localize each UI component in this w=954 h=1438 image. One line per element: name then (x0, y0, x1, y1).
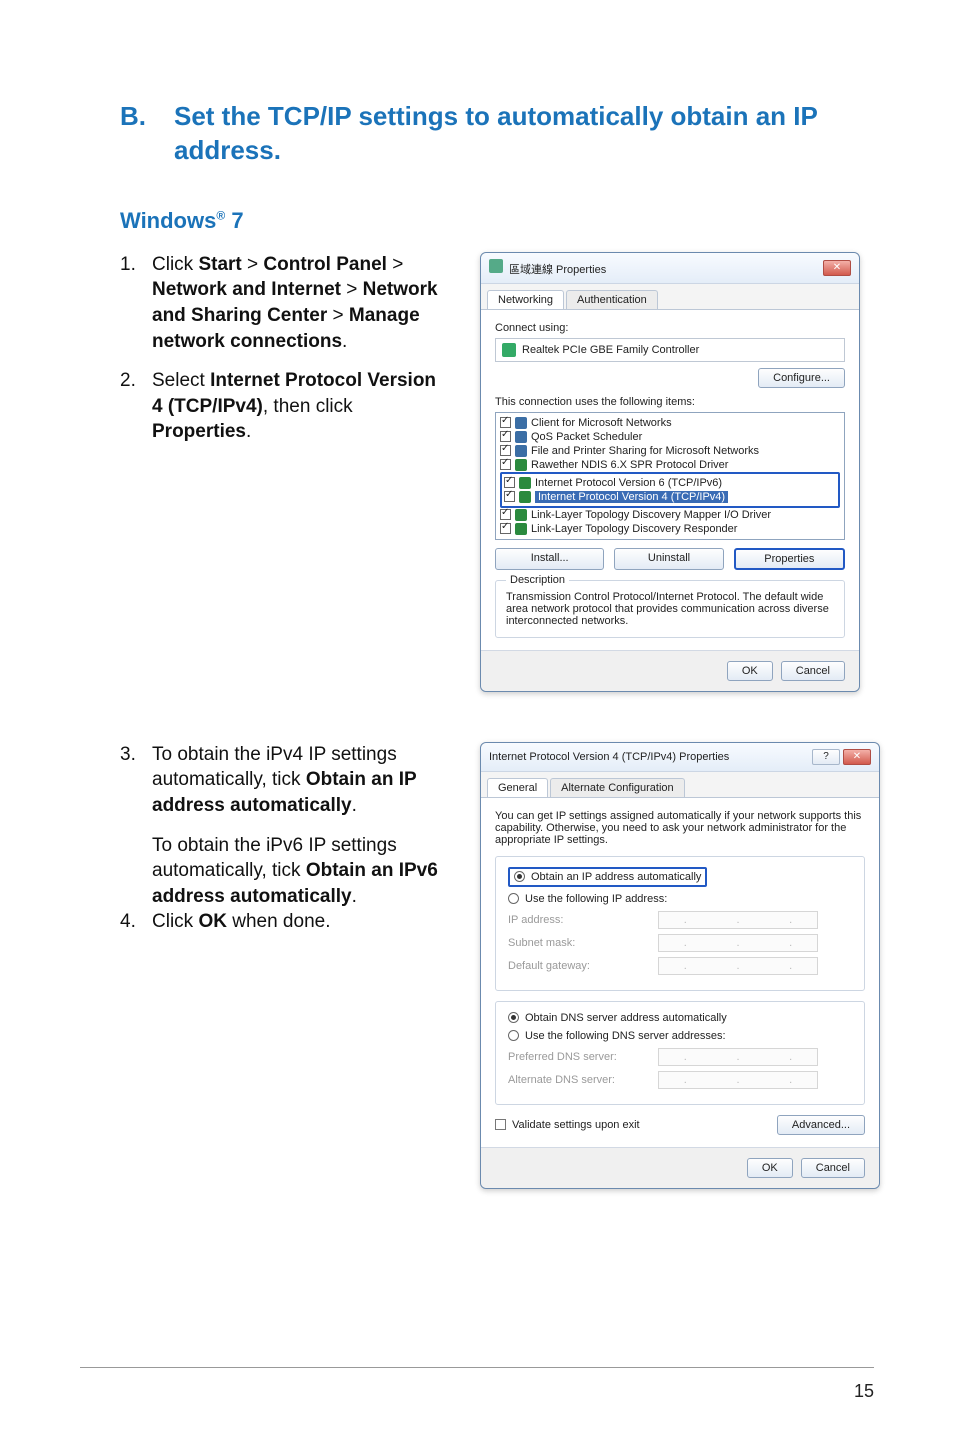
tab-authentication[interactable]: Authentication (566, 290, 658, 309)
close-icon[interactable]: ✕ (843, 749, 871, 765)
tab-general[interactable]: General (487, 778, 548, 797)
items-label: This connection uses the following items… (495, 396, 845, 408)
obtain-ip-auto-radio[interactable]: Obtain an IP address automatically (508, 867, 707, 887)
ok-button[interactable]: OK (727, 661, 773, 681)
ok-button[interactable]: OK (747, 1158, 793, 1178)
network-icon (489, 259, 503, 273)
subnet-mask-field: Subnet mask: ... (508, 934, 852, 952)
ip-address-field: IP address: ... (508, 911, 852, 929)
dns-group: Obtain DNS server address automatically … (495, 1001, 865, 1105)
ipv4-properties-dialog: Internet Protocol Version 4 (TCP/IPv4) P… (480, 742, 880, 1189)
dialog-title: Internet Protocol Version 4 (TCP/IPv4) P… (489, 751, 729, 763)
radio-icon[interactable] (514, 871, 525, 882)
adapter-icon (502, 343, 516, 357)
checkbox-icon[interactable] (500, 459, 511, 470)
checkbox-icon[interactable] (500, 523, 511, 534)
step-1: 1. Click Start > Control Panel > Network… (120, 252, 450, 355)
description-group: Description Transmission Control Protoco… (495, 580, 845, 638)
list-item[interactable]: Rawether NDIS 6.X SPR Protocol Driver (500, 458, 840, 472)
intro-text: You can get IP settings assigned automat… (495, 810, 865, 846)
advanced-button[interactable]: Advanced... (777, 1115, 865, 1135)
use-following-dns-radio[interactable]: Use the following DNS server addresses: (508, 1030, 852, 1042)
adapter-name: Realtek PCIe GBE Family Controller (522, 344, 699, 356)
step-2: 2. Select Internet Protocol Version 4 (T… (120, 368, 450, 445)
step-3: 3. To obtain the iPv4 IP settings automa… (120, 742, 450, 819)
ip-group: Obtain an IP address automatically Use t… (495, 856, 865, 991)
service-icon (515, 417, 527, 429)
help-icon[interactable]: ? (812, 749, 840, 765)
list-item[interactable]: Link-Layer Topology Discovery Responder (500, 522, 840, 536)
adapter-box: Realtek PCIe GBE Family Controller (495, 338, 845, 362)
protocol-icon (515, 459, 527, 471)
tab-networking[interactable]: Networking (487, 290, 564, 309)
protocol-icon (515, 523, 527, 535)
tab-alternate-configuration[interactable]: Alternate Configuration (550, 778, 685, 797)
checkbox-icon[interactable] (500, 431, 511, 442)
radio-icon[interactable] (508, 893, 519, 904)
properties-button[interactable]: Properties (734, 548, 845, 570)
connection-properties-dialog: 區域連線 Properties ✕ Networking Authenticat… (480, 252, 860, 692)
dialog-titlebar: Internet Protocol Version 4 (TCP/IPv4) P… (481, 743, 879, 772)
subheading-windows7: Windows® 7 (120, 208, 874, 234)
list-item[interactable]: Client for Microsoft Networks (500, 416, 840, 430)
step-4: 4. Click OK when done. (120, 909, 450, 935)
configure-button[interactable]: Configure... (758, 368, 845, 388)
close-icon[interactable]: ✕ (823, 260, 851, 276)
network-items-listbox[interactable]: Client for Microsoft Networks QoS Packet… (495, 412, 845, 540)
list-item[interactable]: QoS Packet Scheduler (500, 430, 840, 444)
install-button[interactable]: Install... (495, 548, 604, 570)
step-3b: To obtain the iPv6 IP settings automatic… (152, 833, 450, 910)
use-following-ip-radio[interactable]: Use the following IP address: (508, 893, 852, 905)
protocol-icon (519, 491, 531, 503)
section-title: Set the TCP/IP settings to automatically… (174, 100, 874, 168)
cancel-button[interactable]: Cancel (801, 1158, 865, 1178)
list-item[interactable]: Link-Layer Topology Discovery Mapper I/O… (500, 508, 840, 522)
section-letter: B. (120, 100, 146, 168)
list-item[interactable]: Internet Protocol Version 6 (TCP/IPv6) (504, 476, 836, 490)
checkbox-icon[interactable] (500, 509, 511, 520)
footer-divider (80, 1367, 874, 1368)
list-item[interactable]: File and Printer Sharing for Microsoft N… (500, 444, 840, 458)
service-icon (515, 445, 527, 457)
obtain-dns-auto-radio[interactable]: Obtain DNS server address automatically (508, 1012, 852, 1024)
description-text: Transmission Control Protocol/Internet P… (506, 591, 834, 627)
cancel-button[interactable]: Cancel (781, 661, 845, 681)
dialog-titlebar: 區域連線 Properties ✕ (481, 253, 859, 284)
checkbox-icon[interactable] (500, 417, 511, 428)
checkbox-icon[interactable] (495, 1119, 506, 1130)
page-number: 15 (854, 1381, 874, 1402)
radio-icon[interactable] (508, 1030, 519, 1041)
validate-checkbox[interactable]: Validate settings upon exit (495, 1119, 640, 1131)
checkbox-icon[interactable] (504, 491, 515, 502)
checkbox-icon[interactable] (504, 477, 515, 488)
checkbox-icon[interactable] (500, 445, 511, 456)
radio-icon[interactable] (508, 1012, 519, 1023)
connect-using-label: Connect using: (495, 322, 845, 334)
preferred-dns-field: Preferred DNS server: ... (508, 1048, 852, 1066)
default-gateway-field: Default gateway: ... (508, 957, 852, 975)
list-item-ipv4[interactable]: Internet Protocol Version 4 (TCP/IPv4) (504, 490, 836, 504)
alternate-dns-field: Alternate DNS server: ... (508, 1071, 852, 1089)
dialog-title: 區域連線 Properties (509, 264, 606, 276)
uninstall-button[interactable]: Uninstall (614, 548, 723, 570)
service-icon (515, 431, 527, 443)
protocol-icon (519, 477, 531, 489)
section-heading: B. Set the TCP/IP settings to automatica… (120, 100, 874, 168)
protocol-icon (515, 509, 527, 521)
